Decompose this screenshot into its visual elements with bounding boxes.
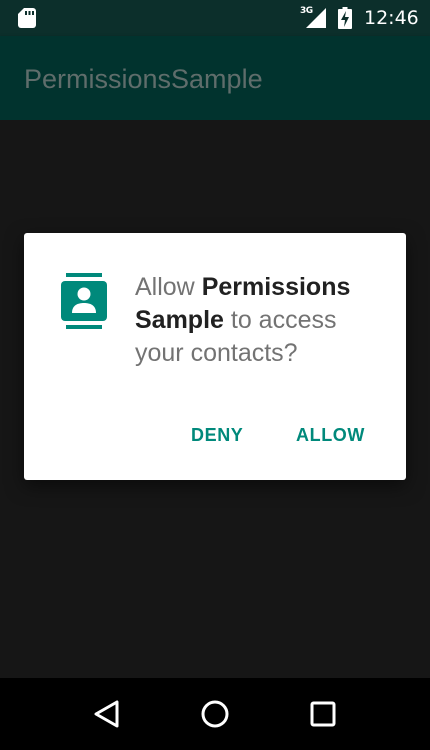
back-icon[interactable] [89,696,125,732]
deny-button[interactable]: DENY [183,417,251,453]
app-bar: PermissionsSample [0,36,430,120]
signal-icon [306,8,326,28]
status-clock: 12:46 [364,7,419,29]
sd-card-icon [18,8,36,28]
allow-button[interactable]: ALLOW [288,417,373,453]
message-prefix: Allow [135,273,202,301]
home-icon[interactable] [197,696,233,732]
permission-message: Allow Permissions Sample to access your … [135,271,385,370]
contacts-icon [61,273,107,329]
permission-dialog: Allow Permissions Sample to access your … [24,233,406,480]
status-bar: 3G 12:46 [0,0,430,36]
battery-charging-icon [338,7,352,29]
app-title: PermissionsSample [24,64,263,94]
recents-icon[interactable] [305,696,341,732]
navigation-bar [0,678,430,750]
